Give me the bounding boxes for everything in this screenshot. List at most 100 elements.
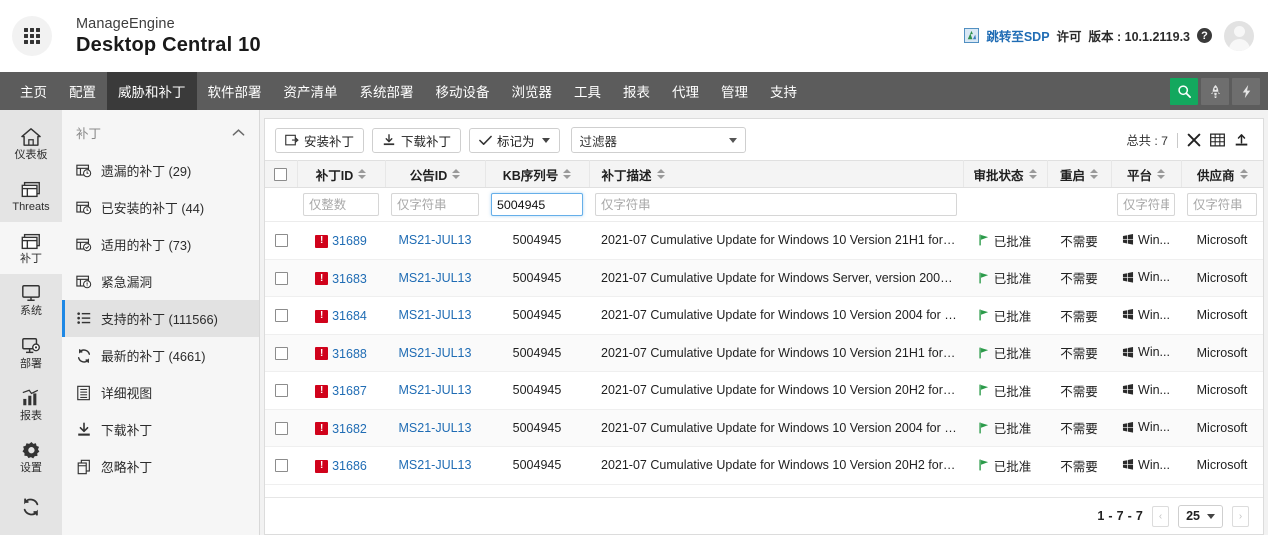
sort-icon[interactable] xyxy=(452,169,460,179)
sort-icon[interactable] xyxy=(1029,169,1037,179)
nav-item-0[interactable]: 主页 xyxy=(9,72,58,110)
sidebar-item-supported-patches[interactable]: 支持的补丁 (111566) xyxy=(62,300,259,337)
row-checkbox[interactable] xyxy=(275,384,288,397)
bulletin-id-link[interactable]: MS21-JUL13 xyxy=(399,458,472,472)
filter-input-vendor[interactable] xyxy=(1187,193,1257,216)
col-header-bulletin-id[interactable]: 公告ID xyxy=(385,161,485,188)
nav-item-4[interactable]: 资产清单 xyxy=(273,72,349,110)
mark-as-button[interactable]: 标记为 xyxy=(469,128,560,153)
filter-input-kb[interactable] xyxy=(491,193,583,216)
sidebar-item-detailed-view[interactable]: 详细视图 xyxy=(62,374,259,411)
prev-page-button[interactable]: ‹ xyxy=(1152,506,1169,527)
row-checkbox[interactable] xyxy=(275,459,288,472)
patch-id-link[interactable]: 31689 xyxy=(332,234,367,248)
select-all-checkbox[interactable] xyxy=(274,168,287,181)
table-row[interactable]: !31682MS21-JUL1350049452021-07 Cumulativ… xyxy=(265,409,1263,447)
sidebar-item-installed-patches[interactable]: 已安装的补丁 (44) xyxy=(62,189,259,226)
row-checkbox[interactable] xyxy=(275,234,288,247)
download-patch-button[interactable]: 下载补丁 xyxy=(372,128,461,153)
search-icon[interactable] xyxy=(1170,78,1198,105)
rail-item-settings[interactable]: 设置 xyxy=(0,431,62,483)
sidebar-item-missing-patches[interactable]: 遗漏的补丁 (29) xyxy=(62,152,259,189)
nav-item-10[interactable]: 代理 xyxy=(661,72,710,110)
sort-icon[interactable] xyxy=(1240,169,1248,179)
lightning-icon[interactable] xyxy=(1232,78,1260,105)
sdp-link[interactable]: 跳转至SDP xyxy=(986,26,1049,45)
filter-dropdown[interactable]: 过滤器 xyxy=(571,127,746,153)
col-header-description[interactable]: 补丁描述 xyxy=(589,161,963,188)
table-row[interactable]: !31684MS21-JUL1350049452021-07 Cumulativ… xyxy=(265,297,1263,335)
nav-item-6[interactable]: 移动设备 xyxy=(425,72,501,110)
col-header-kb[interactable]: KB序列号 xyxy=(485,161,589,188)
col-header-platform[interactable]: 平台 xyxy=(1111,161,1181,188)
rail-item-refresh[interactable] xyxy=(0,483,62,535)
nav-item-11[interactable]: 管理 xyxy=(710,72,759,110)
table-row[interactable]: !31688MS21-JUL1350049452021-07 Cumulativ… xyxy=(265,334,1263,372)
rail-item-deploy[interactable]: 部署 xyxy=(0,327,62,379)
submenu-title[interactable]: 补丁 xyxy=(62,120,259,152)
nav-item-12[interactable]: 支持 xyxy=(759,72,808,110)
patch-id-link[interactable]: 31684 xyxy=(332,309,367,323)
col-header-vendor[interactable]: 供应商 xyxy=(1181,161,1263,188)
bulletin-id-link[interactable]: MS21-JUL13 xyxy=(399,383,472,397)
row-checkbox[interactable] xyxy=(275,347,288,360)
nav-item-2[interactable]: 威胁和补丁 xyxy=(107,72,197,110)
help-icon[interactable]: ? xyxy=(1197,28,1212,43)
nav-item-7[interactable]: 浏览器 xyxy=(501,72,564,110)
bulletin-id-link[interactable]: MS21-JUL13 xyxy=(399,421,472,435)
app-grid-button[interactable] xyxy=(12,16,52,56)
bulletin-id-link[interactable]: MS21-JUL13 xyxy=(399,308,472,322)
avatar[interactable] xyxy=(1224,21,1254,51)
clear-filter-icon[interactable] xyxy=(1187,133,1201,147)
chevron-up-icon[interactable] xyxy=(232,128,245,137)
rocket-icon[interactable] xyxy=(1201,78,1229,105)
nav-item-8[interactable]: 工具 xyxy=(563,72,612,110)
install-patch-button[interactable]: 安装补丁 xyxy=(275,128,364,153)
patch-id-link[interactable]: 31686 xyxy=(332,459,367,473)
nav-item-1[interactable]: 配置 xyxy=(58,72,107,110)
rail-item-reports[interactable]: 报表 xyxy=(0,379,62,431)
row-checkbox[interactable] xyxy=(275,309,288,322)
nav-item-3[interactable]: 软件部署 xyxy=(197,72,273,110)
col-header-patch-id[interactable]: 补丁ID xyxy=(297,161,385,188)
sidebar-item-download-patches[interactable]: 下载补丁 xyxy=(62,411,259,448)
rail-item-threats[interactable]: Threats xyxy=(0,170,62,222)
sort-icon[interactable] xyxy=(1090,169,1098,179)
filter-input-description[interactable] xyxy=(595,193,957,216)
filter-input-bulletin-id[interactable] xyxy=(391,193,479,216)
patch-id-link[interactable]: 31687 xyxy=(332,384,367,398)
bulletin-id-link[interactable]: MS21-JUL13 xyxy=(399,233,472,247)
sort-icon[interactable] xyxy=(1157,169,1165,179)
table-row[interactable]: !31683MS21-JUL1350049452021-07 Cumulativ… xyxy=(265,259,1263,297)
filter-input-platform[interactable] xyxy=(1117,193,1175,216)
row-checkbox[interactable] xyxy=(275,272,288,285)
table-row[interactable]: !31689MS21-JUL1350049452021-07 Cumulativ… xyxy=(265,222,1263,260)
patch-id-link[interactable]: 31682 xyxy=(332,422,367,436)
page-size-select[interactable]: 25 xyxy=(1178,505,1223,528)
sort-icon[interactable] xyxy=(358,169,366,179)
table-row[interactable]: !31686MS21-JUL1350049452021-07 Cumulativ… xyxy=(265,447,1263,485)
col-header-reboot[interactable]: 重启 xyxy=(1047,161,1111,188)
sidebar-item-declined-patches[interactable]: 忽略补丁 xyxy=(62,448,259,485)
patch-id-link[interactable]: 31683 xyxy=(332,272,367,286)
license-label[interactable]: 许可 xyxy=(1057,26,1082,45)
row-checkbox[interactable] xyxy=(275,422,288,435)
bulletin-id-link[interactable]: MS21-JUL13 xyxy=(399,271,472,285)
rail-item-dashboard[interactable]: 仪表板 xyxy=(0,118,62,170)
rail-item-patch[interactable]: 补丁 xyxy=(0,222,62,274)
column-settings-icon[interactable] xyxy=(1210,133,1225,147)
brand-logo[interactable]: ManageEngine Desktop Central 10 xyxy=(76,16,261,55)
bulletin-id-link[interactable]: MS21-JUL13 xyxy=(399,346,472,360)
next-page-button[interactable]: › xyxy=(1232,506,1249,527)
export-icon[interactable] xyxy=(1234,133,1249,147)
nav-item-9[interactable]: 报表 xyxy=(612,72,661,110)
nav-item-5[interactable]: 系统部署 xyxy=(349,72,425,110)
table-row[interactable]: !31687MS21-JUL1350049452021-07 Cumulativ… xyxy=(265,372,1263,410)
sort-icon[interactable] xyxy=(563,169,571,179)
filter-input-patch-id[interactable] xyxy=(303,193,379,216)
patch-id-link[interactable]: 31688 xyxy=(332,347,367,361)
sidebar-item-critical-vulnerabilities[interactable]: 紧急漏洞 xyxy=(62,263,259,300)
rail-item-systems[interactable]: 系统 xyxy=(0,274,62,326)
sort-icon[interactable] xyxy=(657,169,665,179)
sidebar-item-latest-patches[interactable]: 最新的补丁 (4661) xyxy=(62,337,259,374)
